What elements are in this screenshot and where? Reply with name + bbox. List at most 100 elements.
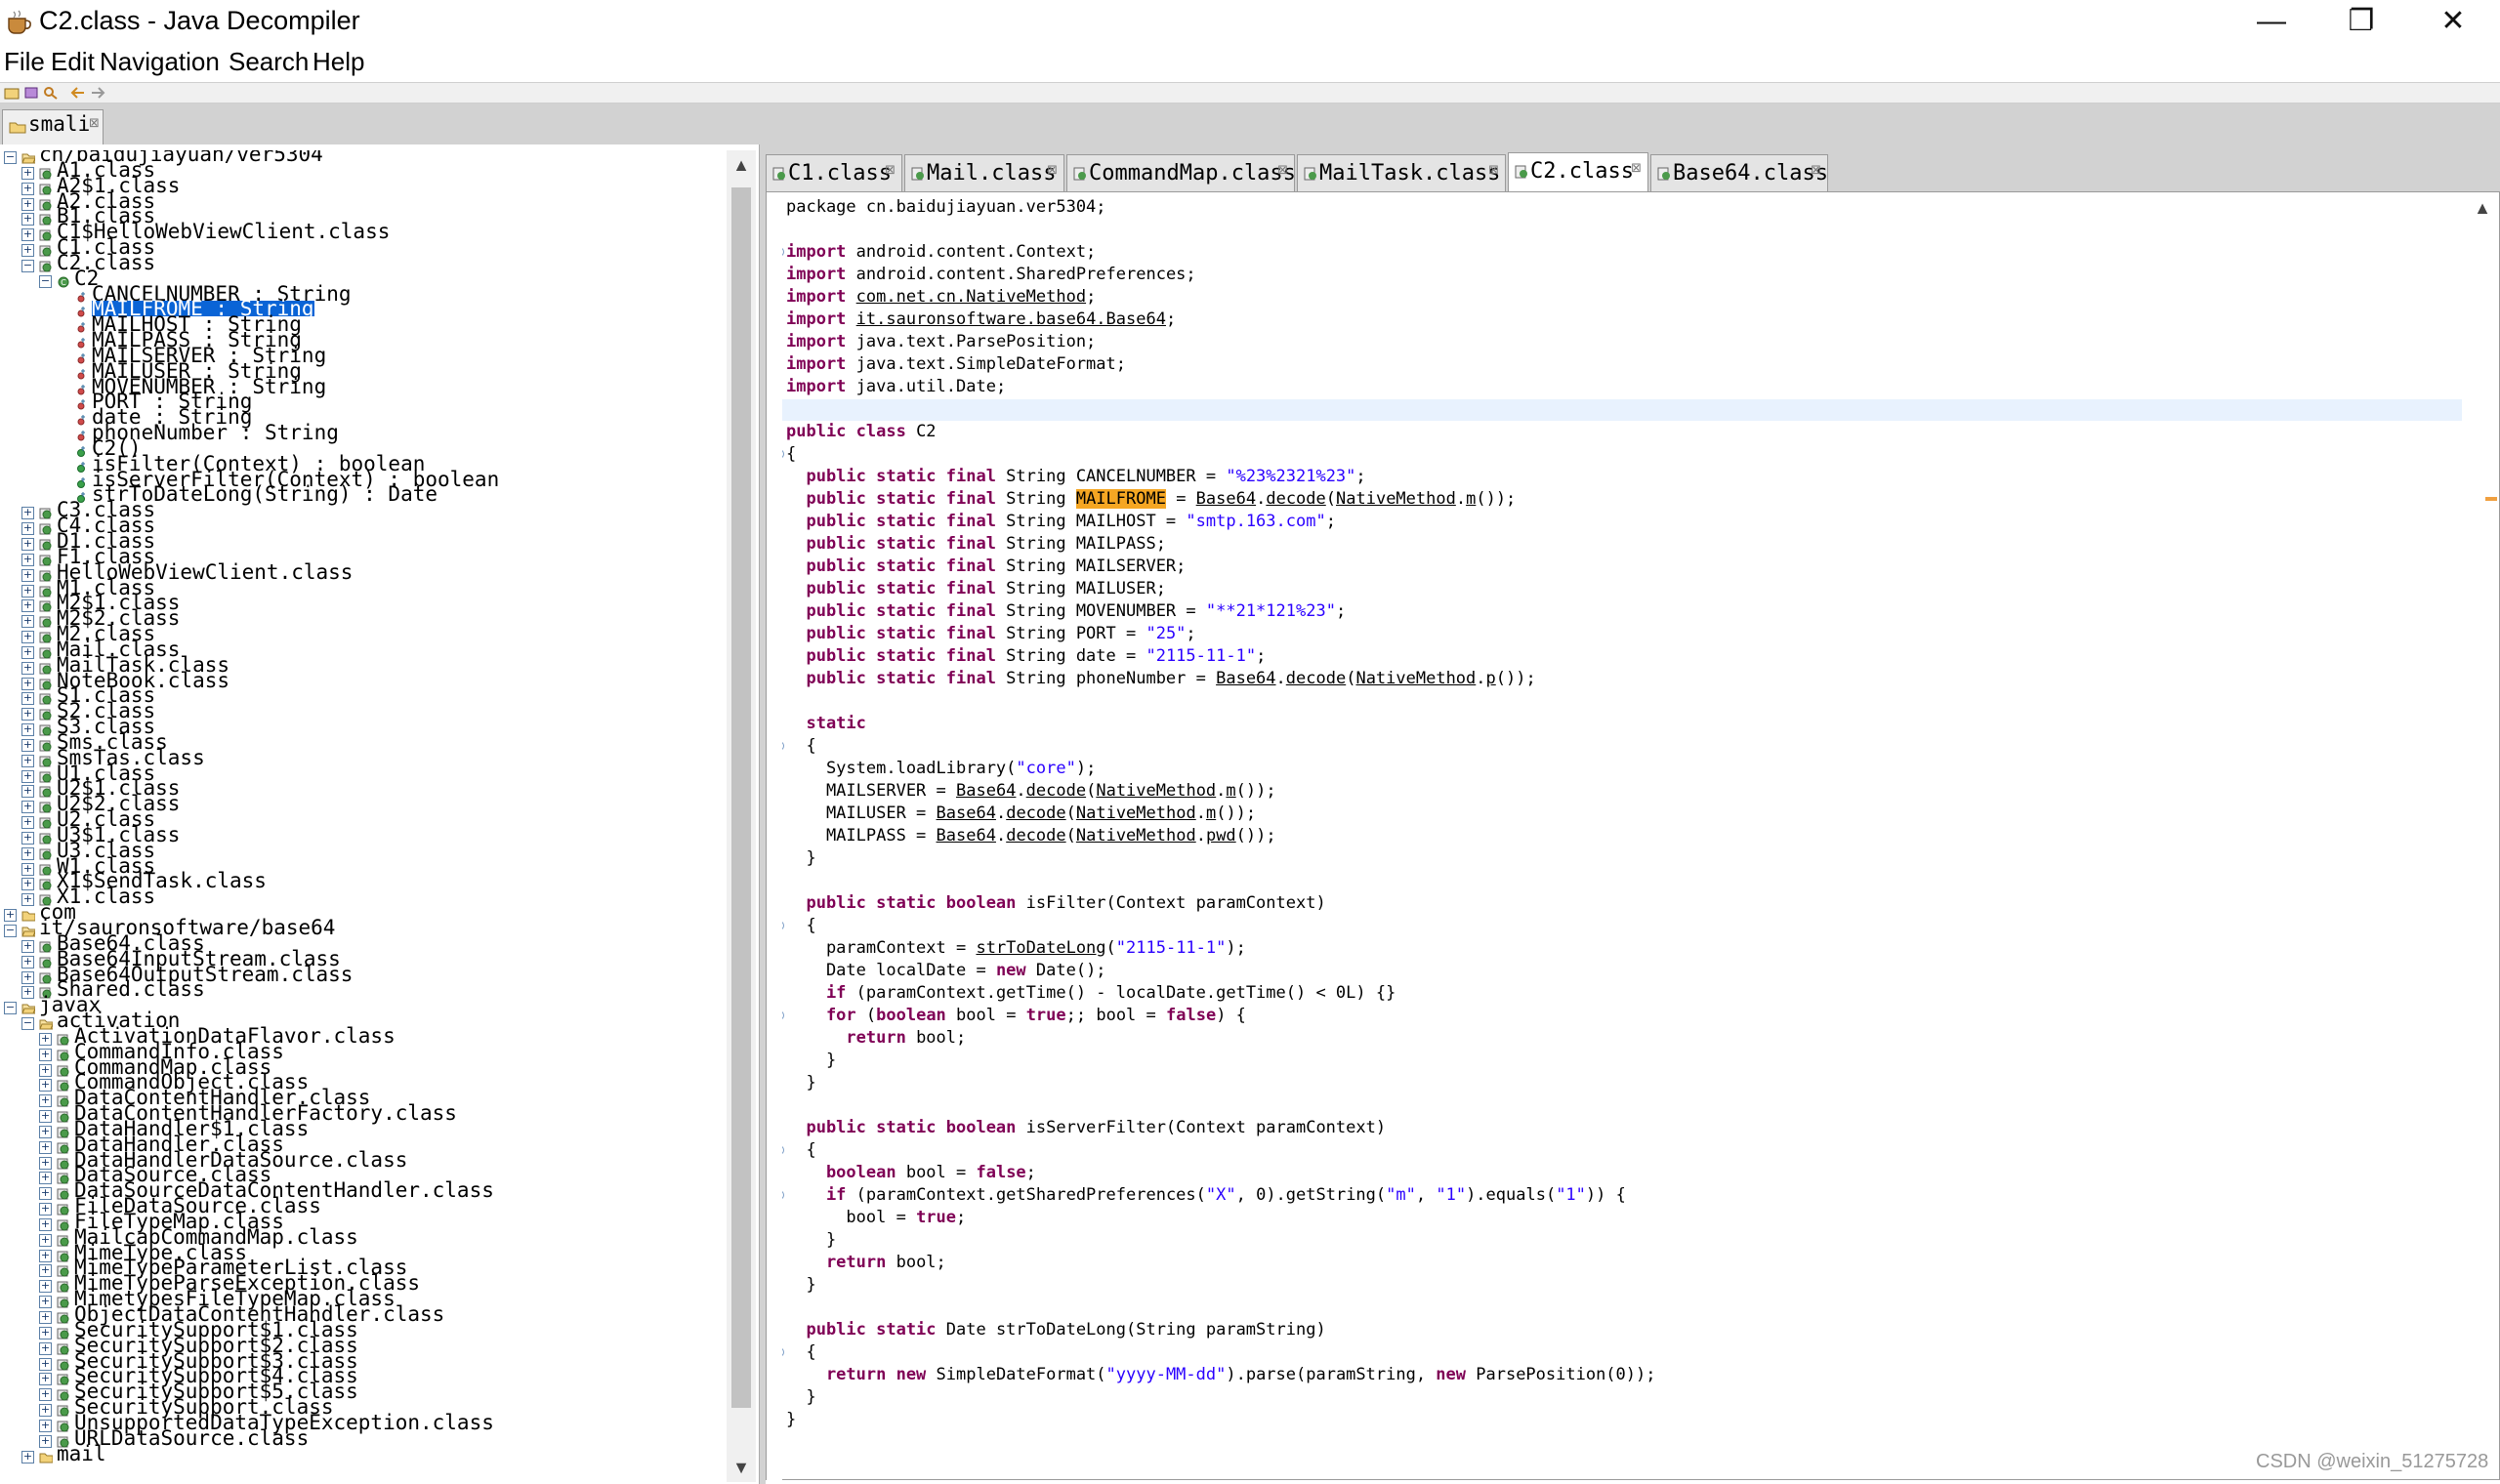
scroll-up-icon[interactable]: ▲ — [727, 150, 756, 180]
expand-icon[interactable]: + — [39, 1126, 52, 1138]
expand-icon[interactable]: + — [39, 1420, 52, 1432]
code-line[interactable]: package cn.baidujiayuan.ver5304; — [786, 196, 1106, 219]
code-line[interactable]: public static final String MOVENUMBER = … — [786, 600, 1346, 623]
code-line[interactable]: bool = true; — [786, 1207, 966, 1229]
code-line[interactable]: MAILPASS = Base64.decode(NativeMethod.pw… — [786, 825, 1276, 847]
expand-icon[interactable]: + — [21, 801, 34, 813]
expand-icon[interactable]: + — [21, 785, 34, 798]
expand-icon[interactable]: + — [21, 986, 34, 999]
reference-link[interactable]: NativeMethod — [1336, 489, 1456, 509]
code-line[interactable]: if (paramContext.getTime() - localDate.g… — [786, 982, 1396, 1005]
collapse-icon[interactable]: − — [4, 151, 17, 164]
reference-link[interactable]: decode — [1266, 489, 1325, 509]
code-line[interactable]: paramContext = strToDateLong("2115-11-1"… — [786, 937, 1246, 960]
code-editor[interactable]: package cn.baidujiayuan.ver5304; import a… — [766, 191, 2500, 1481]
expand-icon[interactable]: + — [21, 755, 34, 767]
scrollbar-thumb[interactable] — [731, 187, 751, 1408]
fold-toggle-icon[interactable]: − — [782, 921, 784, 930]
tree-scrollbar[interactable]: ▲ ▼ — [727, 150, 756, 1482]
reference-link[interactable]: decode — [1006, 826, 1065, 845]
expand-icon[interactable]: + — [39, 1388, 52, 1401]
expand-icon[interactable]: + — [21, 723, 34, 736]
tab-close-icon[interactable]: ⊠ — [1488, 163, 1499, 178]
reference-link[interactable]: Base64 — [937, 826, 996, 845]
reference-link[interactable]: m — [1206, 804, 1216, 823]
code-line[interactable]: MAILUSER = Base64.decode(NativeMethod.m(… — [786, 803, 1256, 825]
code-line[interactable]: } — [786, 847, 815, 870]
reference-link[interactable]: NativeMethod — [1355, 669, 1476, 688]
code-line[interactable]: public static final String MAILSERVER; — [786, 556, 1186, 578]
expand-icon[interactable]: + — [21, 893, 34, 906]
expand-icon[interactable]: + — [4, 909, 17, 922]
expand-icon[interactable]: + — [39, 1311, 52, 1324]
reference-link[interactable]: it.sauronsoftware.base64.Base64 — [856, 309, 1166, 329]
fold-toggle-icon[interactable]: − — [782, 1347, 784, 1357]
scroll-down-icon[interactable]: ▼ — [727, 1453, 756, 1482]
reference-link[interactable]: p — [1486, 669, 1496, 688]
reference-link[interactable]: m — [1466, 489, 1476, 509]
expand-icon[interactable]: + — [21, 213, 34, 226]
collapse-icon[interactable]: − — [21, 260, 34, 272]
code-line[interactable]: public static final String MAILHOST = "s… — [786, 511, 1335, 533]
expand-icon[interactable]: + — [39, 1296, 52, 1308]
expand-icon[interactable]: + — [39, 1234, 52, 1247]
fold-toggle-icon[interactable]: − — [782, 741, 784, 751]
editor-tab-commandmap[interactable]: CommandMap.class ⊠ — [1066, 154, 1296, 191]
expand-icon[interactable]: + — [21, 878, 34, 890]
reference-link[interactable]: decode — [1006, 804, 1065, 823]
expand-icon[interactable]: + — [39, 1435, 52, 1448]
tab-close-icon[interactable]: ⊠ — [1047, 163, 1058, 178]
expand-icon[interactable]: + — [21, 863, 34, 876]
code-line[interactable]: MAILSERVER = Base64.decode(NativeMethod.… — [786, 780, 1276, 803]
expand-icon[interactable]: + — [21, 569, 34, 582]
fold-toggle-icon[interactable]: − — [782, 1190, 784, 1200]
expand-icon[interactable]: + — [21, 816, 34, 829]
expand-icon[interactable]: + — [39, 1094, 52, 1107]
scroll-up-icon[interactable]: ▲ — [2468, 198, 2497, 219]
maximize-button[interactable]: ❐ — [2316, 0, 2406, 43]
expand-icon[interactable]: + — [39, 1203, 52, 1216]
reference-link[interactable]: decode — [1026, 781, 1086, 801]
expand-icon[interactable]: + — [39, 1157, 52, 1170]
menu-file[interactable]: File — [4, 47, 45, 77]
expand-icon[interactable]: + — [21, 585, 34, 598]
expand-icon[interactable]: + — [39, 1358, 52, 1371]
expand-icon[interactable]: + — [21, 244, 34, 257]
tab-close-icon[interactable]: ⊠ — [885, 163, 896, 178]
expand-icon[interactable]: + — [21, 940, 34, 953]
back-arrow-icon[interactable] — [70, 86, 86, 100]
expand-icon[interactable]: + — [39, 1110, 52, 1123]
code-line[interactable]: import com.net.cn.NativeMethod; — [786, 286, 1096, 309]
expand-icon[interactable]: + — [39, 1033, 52, 1046]
expand-icon[interactable]: + — [39, 1141, 52, 1154]
forward-arrow-icon[interactable] — [90, 86, 105, 100]
reference-link[interactable]: pwd — [1206, 826, 1236, 845]
code-line[interactable]: Date localDate = new Date(); — [786, 960, 1106, 982]
code-line[interactable]: } — [786, 1050, 836, 1072]
reference-link[interactable]: Base64 — [956, 781, 1016, 801]
reference-link[interactable]: Base64 — [1196, 489, 1256, 509]
menu-navigation[interactable]: Navigation — [100, 47, 220, 77]
editor-scrollbar[interactable]: ▲ — [2468, 192, 2497, 1479]
code-line[interactable]: } — [786, 1072, 815, 1094]
code-line[interactable]: for (boolean bool = true;; bool = false)… — [782, 1005, 1246, 1027]
code-line[interactable]: {− — [782, 735, 816, 758]
code-line[interactable]: } — [786, 1409, 796, 1431]
expand-icon[interactable]: + — [21, 228, 34, 241]
expand-icon[interactable]: + — [21, 1451, 34, 1463]
reference-link[interactable]: Base64 — [937, 804, 996, 823]
code-line[interactable]: System.loadLibrary("core"); — [786, 758, 1096, 780]
code-line[interactable]: } — [786, 1274, 815, 1297]
expand-icon[interactable]: + — [21, 507, 34, 519]
reference-link[interactable]: com.net.cn.NativeMethod — [856, 287, 1086, 307]
code-line[interactable]: } — [786, 1229, 836, 1252]
fold-toggle-icon[interactable]: − — [782, 1010, 784, 1020]
expand-icon[interactable]: + — [21, 971, 34, 984]
expand-icon[interactable]: + — [21, 615, 34, 628]
expand-icon[interactable]: + — [21, 692, 34, 705]
expand-icon[interactable]: + — [21, 183, 34, 195]
code-line[interactable]: {− — [782, 1341, 816, 1364]
editor-tab-mail[interactable]: Mail.class ⊠ — [904, 154, 1064, 191]
code-line[interactable]: return bool; — [786, 1027, 966, 1050]
code-line[interactable]: public static final String PORT = "25"; — [786, 623, 1195, 645]
